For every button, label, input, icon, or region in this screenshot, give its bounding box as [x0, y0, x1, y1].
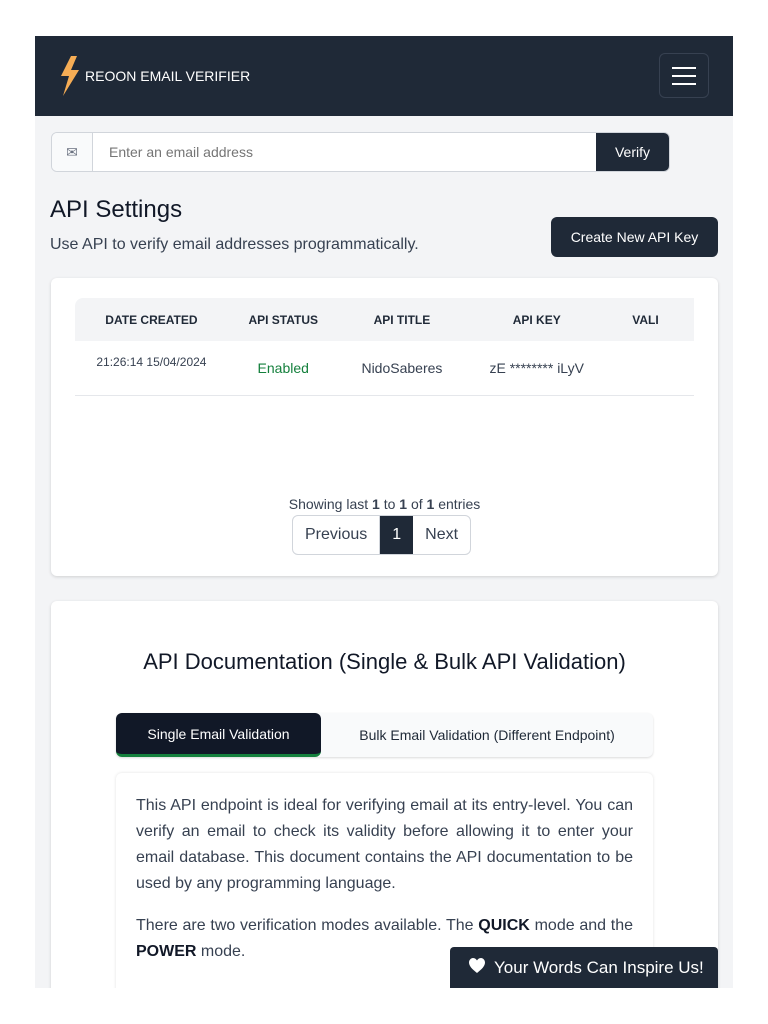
- lightning-icon: [61, 56, 79, 96]
- column-header: DATE CREATED: [75, 298, 228, 341]
- api-title: NidoSaberes: [338, 341, 466, 396]
- next-page-button[interactable]: Next: [413, 516, 470, 554]
- tab-bulk-email-validation[interactable]: Bulk Email Validation (Different Endpoin…: [321, 713, 653, 757]
- api-docs-card: API Documentation (Single & Bulk API Val…: [51, 601, 718, 988]
- column-header: API TITLE: [338, 298, 466, 341]
- feedback-label: Your Words Can Inspire Us!: [494, 957, 704, 977]
- navbar: REOON EMAIL VERIFIER: [35, 36, 733, 116]
- previous-page-button[interactable]: Previous: [293, 516, 381, 554]
- api-keys-card: DATE CREATED API STATUS API TITLE API KE…: [51, 278, 718, 576]
- email-input[interactable]: [93, 133, 596, 171]
- create-api-key-button[interactable]: Create New API Key: [551, 217, 718, 257]
- date-created: 21:26:14 15/04/2024: [75, 341, 228, 396]
- menu-toggle-button[interactable]: [659, 53, 709, 98]
- page-button[interactable]: 1: [380, 516, 414, 554]
- envelope-icon: ✉: [52, 133, 93, 171]
- api-key: zE ******** iLyV: [465, 341, 609, 396]
- brand-logo[interactable]: REOON EMAIL VERIFIER: [59, 56, 250, 96]
- column-header: API KEY: [465, 298, 609, 341]
- api-keys-table: DATE CREATED API STATUS API TITLE API KE…: [75, 298, 694, 396]
- table-row: 21:26:14 15/04/2024 Enabled NidoSaberes …: [75, 341, 694, 396]
- heart-icon: [469, 957, 485, 977]
- page-title: API Settings: [50, 196, 183, 223]
- tab-single-email-validation[interactable]: Single Email Validation: [116, 713, 321, 757]
- column-header: API STATUS: [227, 298, 339, 341]
- column-header: VALI: [608, 298, 694, 341]
- pagination: Previous 1 Next: [292, 515, 472, 555]
- app: REOON EMAIL VERIFIER ✉ Verify API Settin…: [35, 36, 733, 988]
- docs-tabs: Single Email Validation Bulk Email Valid…: [116, 713, 653, 757]
- brand-name: REOON EMAIL VERIFIER: [85, 68, 251, 84]
- status-badge: Enabled: [227, 341, 339, 396]
- docs-title: API Documentation (Single & Bulk API Val…: [143, 649, 626, 674]
- page-subtitle: Use API to verify email addresses progra…: [50, 236, 419, 253]
- api-keys-table-scroll[interactable]: DATE CREATED API STATUS API TITLE API KE…: [75, 298, 694, 398]
- verify-button[interactable]: Verify: [596, 133, 669, 171]
- email-verify-form: ✉ Verify: [51, 132, 670, 172]
- entries-info: Showing last 1 to 1 of 1 entries: [288, 496, 481, 512]
- feedback-button[interactable]: Your Words Can Inspire Us!: [450, 947, 718, 988]
- docs-paragraph: This API endpoint is ideal for verifying…: [136, 797, 633, 892]
